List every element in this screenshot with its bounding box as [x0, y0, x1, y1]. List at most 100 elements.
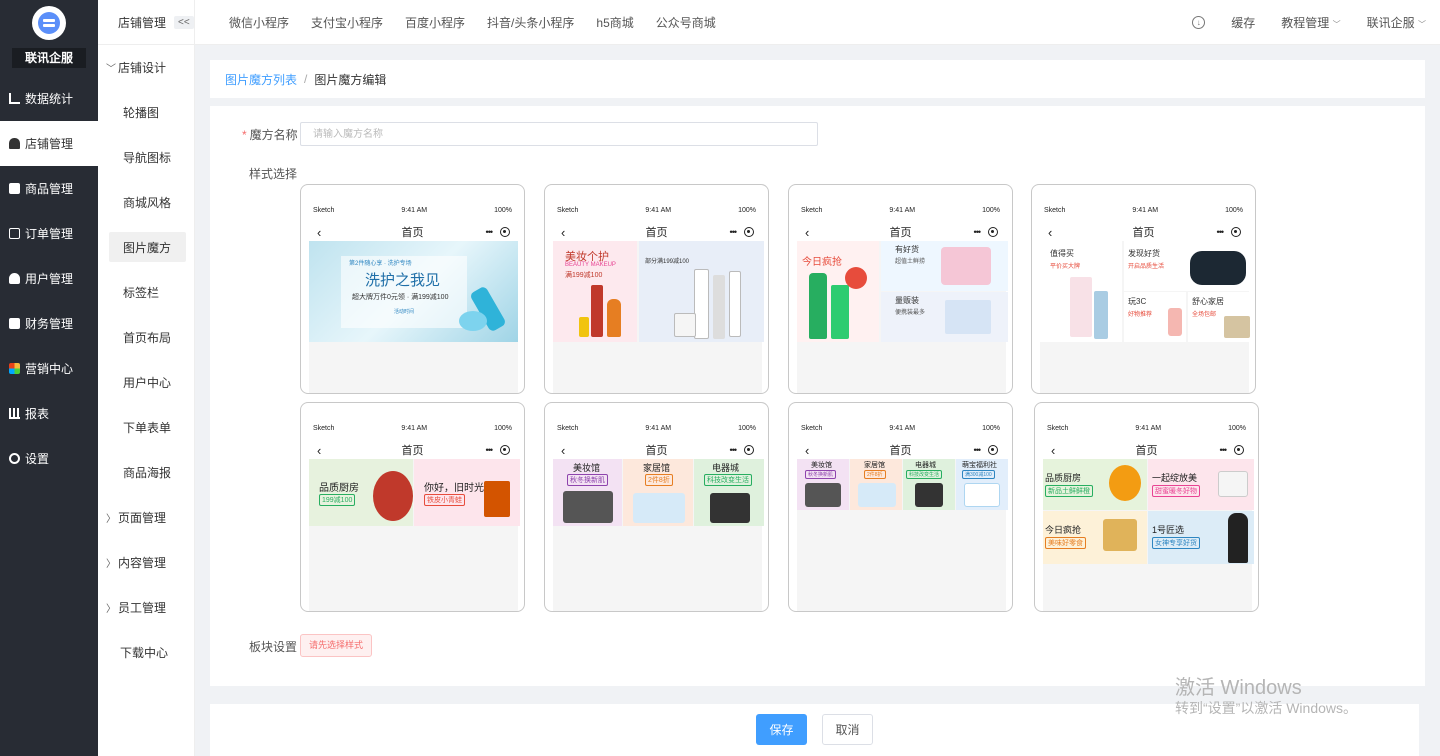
template-card[interactable]: Sketch 9:41 AM 100% ‹ 首页 ••• 品质厨房 新品土鲜鲜橙 一起绽…: [1034, 402, 1259, 612]
phone-status-bar: Sketch 9:41 AM 100%: [789, 417, 1012, 439]
time-text: 9:41 AM: [1135, 424, 1162, 432]
tutorial-menu[interactable]: 教程管理 ﹀: [1281, 14, 1340, 31]
product-bottle: [694, 269, 709, 339]
tab-baidu[interactable]: 百度小程序: [405, 14, 465, 31]
more-icon: •••: [729, 227, 738, 237]
tile-tag: 美味好零食: [1045, 537, 1086, 549]
product-pants: [1094, 291, 1108, 339]
battery-text: 100%: [494, 424, 512, 432]
tile-kitchen: 品质厨房 199减100: [309, 459, 413, 526]
tile-tag: 新品土鲜鲜橙: [1045, 485, 1093, 497]
more-icon: •••: [485, 445, 494, 455]
subnav-group-design[interactable]: ﹀ 店铺设计: [98, 45, 194, 90]
tile-subtitle: 平价买大牌: [1050, 264, 1081, 270]
subnav-item-tabbar[interactable]: 标签栏: [98, 270, 194, 315]
product-hotpot: [373, 471, 413, 521]
subnav-group-page[interactable]: 〉页面管理: [98, 495, 194, 540]
tile-worth-buy: 值得买 平价买大牌: [1040, 241, 1122, 342]
template-card[interactable]: Sketch 9:41 AM 100% ‹ 首页 ••• 值得买 平价买大牌 发现好货 …: [1031, 184, 1256, 394]
chevron-down-icon: ﹀: [1418, 20, 1426, 29]
finance-icon: [9, 318, 20, 329]
tab-wechat[interactable]: 微信小程序: [229, 14, 289, 31]
cache-button[interactable]: 缓存: [1231, 14, 1255, 31]
subnav-item-home-layout[interactable]: 首页布局: [98, 315, 194, 360]
record-icon: [988, 227, 998, 237]
subnav-item-goods-poster[interactable]: 商品海报: [98, 450, 194, 495]
tab-official-account[interactable]: 公众号商城: [656, 14, 716, 31]
account-menu[interactable]: 联讯企服 ﹀: [1367, 14, 1426, 31]
product-jar: [579, 317, 589, 337]
subnav-item-mall-style[interactable]: 商城风格: [98, 180, 194, 225]
template-card[interactable]: Sketch 9:41 AM 100% ‹ 首页 ••• 品质厨房 199减100 你好…: [300, 402, 525, 612]
tab-h5[interactable]: h5商城: [596, 14, 633, 31]
cube-name-input[interactable]: [300, 122, 818, 146]
product-model: [1228, 513, 1248, 563]
sidebar-item-users[interactable]: 用户管理: [0, 256, 98, 301]
sidebar-item-finance[interactable]: 财务管理: [0, 301, 98, 346]
sidebar-item-orders[interactable]: 订单管理: [0, 211, 98, 256]
subnav-item-carousel[interactable]: 轮播图: [98, 90, 194, 135]
activate-windows-title: 激活 Windows: [1175, 677, 1302, 699]
breadcrumb-list-link[interactable]: 图片魔方列表: [225, 71, 297, 88]
tile-title: 家居馆: [864, 462, 885, 469]
subnav-group-content[interactable]: 〉内容管理: [98, 540, 194, 585]
chevron-right-icon: 〉: [106, 559, 116, 570]
tile-english: BEAUTY MAKEUP: [565, 262, 616, 268]
subnav-item-nav-icons[interactable]: 导航图标: [98, 135, 194, 180]
product-bottle: [607, 299, 621, 337]
template-card[interactable]: Sketch 9:41 AM 100% ‹ 首页 ••• 美妆馆 秋冬换新肌 家居馆 2…: [788, 402, 1013, 612]
tile-tag: 甜蜜暖冬好物: [1152, 485, 1200, 497]
record-icon: [744, 445, 754, 455]
sidebar-item-settings[interactable]: 设置: [0, 436, 98, 481]
more-icon: •••: [973, 445, 982, 455]
cancel-button[interactable]: 取消: [822, 714, 873, 745]
tab-alipay[interactable]: 支付宝小程序: [311, 14, 383, 31]
collapse-button[interactable]: <<: [174, 15, 194, 29]
phone-nav-bar: ‹ 首页 •••: [545, 439, 768, 461]
tile-title: 萌宝福利社: [962, 462, 997, 469]
subnav-item-order-form[interactable]: 下单表单: [98, 405, 194, 450]
subnav-item-download[interactable]: 下载中心: [98, 630, 194, 675]
phone-body: 品质厨房 新品土鲜鲜橙 一起绽放美 甜蜜暖冬好物 今日疯抢 美味好零食 1号匠选…: [1043, 459, 1254, 611]
required-mark: *: [242, 128, 247, 142]
template-card[interactable]: Sketch 9:41 AM 100% ‹ 首页 ••• 第2件随心享 · 洗护专场 洗…: [300, 184, 525, 394]
save-button[interactable]: 保存: [756, 714, 807, 745]
phone-title: 首页: [1135, 445, 1158, 457]
account-label: 联讯企服: [1366, 16, 1415, 30]
back-icon: ‹: [561, 224, 566, 240]
top-right-actions: ↓ 缓存 教程管理 ﹀ 联讯企服 ﹀: [1192, 0, 1426, 45]
template-card[interactable]: Sketch 9:41 AM 100% ‹ 首页 ••• 今日疯抢 有好货 超值土鲜捞 …: [788, 184, 1013, 394]
sidebar-item-store[interactable]: 店铺管理: [0, 121, 98, 166]
chevron-right-icon: 〉: [106, 514, 116, 525]
subnav-item-user-center[interactable]: 用户中心: [98, 360, 194, 405]
tile-title: 发现好货: [1128, 249, 1160, 258]
product-snack: [1103, 519, 1137, 551]
download-icon[interactable]: ↓: [1192, 16, 1206, 29]
record-icon: [500, 227, 510, 237]
subnav-item-picture-cube[interactable]: 图片魔方: [109, 232, 186, 262]
subnav-group-label: 内容管理: [118, 556, 167, 570]
battery-text: 100%: [738, 424, 756, 432]
tile-subtitle: 开启品质生活: [1128, 264, 1165, 270]
subnav-group-staff[interactable]: 〉员工管理: [98, 585, 194, 630]
logo-icon[interactable]: [32, 6, 66, 40]
tile-title: 电器城: [915, 462, 936, 469]
more-icon: •••: [973, 227, 982, 237]
sidebar-item-stats[interactable]: 数据统计: [0, 76, 98, 121]
tab-douyin[interactable]: 抖音/头条小程序: [487, 14, 574, 31]
phone-body: 美妆馆 秋冬换新肌 家居馆 2件8折 电器城 科技改变生活 萌宝福利社 满300…: [797, 459, 1008, 611]
template-card[interactable]: Sketch 9:41 AM 100% ‹ 首页 ••• 美妆馆 秋冬换新肌 家居馆 2…: [544, 402, 769, 612]
breadcrumb-current: 图片魔方编辑: [314, 72, 387, 87]
sidebar-item-label: 数据统计: [25, 92, 74, 106]
phone-title: 首页: [889, 227, 912, 239]
sidebar-item-goods[interactable]: 商品管理: [0, 166, 98, 211]
carrier-text: Sketch: [801, 206, 823, 214]
record-icon: [744, 227, 754, 237]
sidebar-item-marketing[interactable]: 营销中心: [0, 346, 98, 391]
phone-body: 第2件随心享 · 洗护专场 洗护之我见 超大牌万件0元领 · 满199减100 …: [309, 241, 518, 393]
phone-status-bar: Sketch 9:41 AM 100%: [301, 199, 524, 221]
sidebar-item-report[interactable]: 报表: [0, 391, 98, 436]
tile-home: 舒心家居 全场包邮: [1188, 292, 1251, 342]
template-card[interactable]: Sketch 9:41 AM 100% ‹ 首页 ••• 美妆个护 BEAUTY MAK…: [544, 184, 769, 394]
tile-bulk-pack: 量贩装 便携装最多: [881, 292, 1008, 342]
